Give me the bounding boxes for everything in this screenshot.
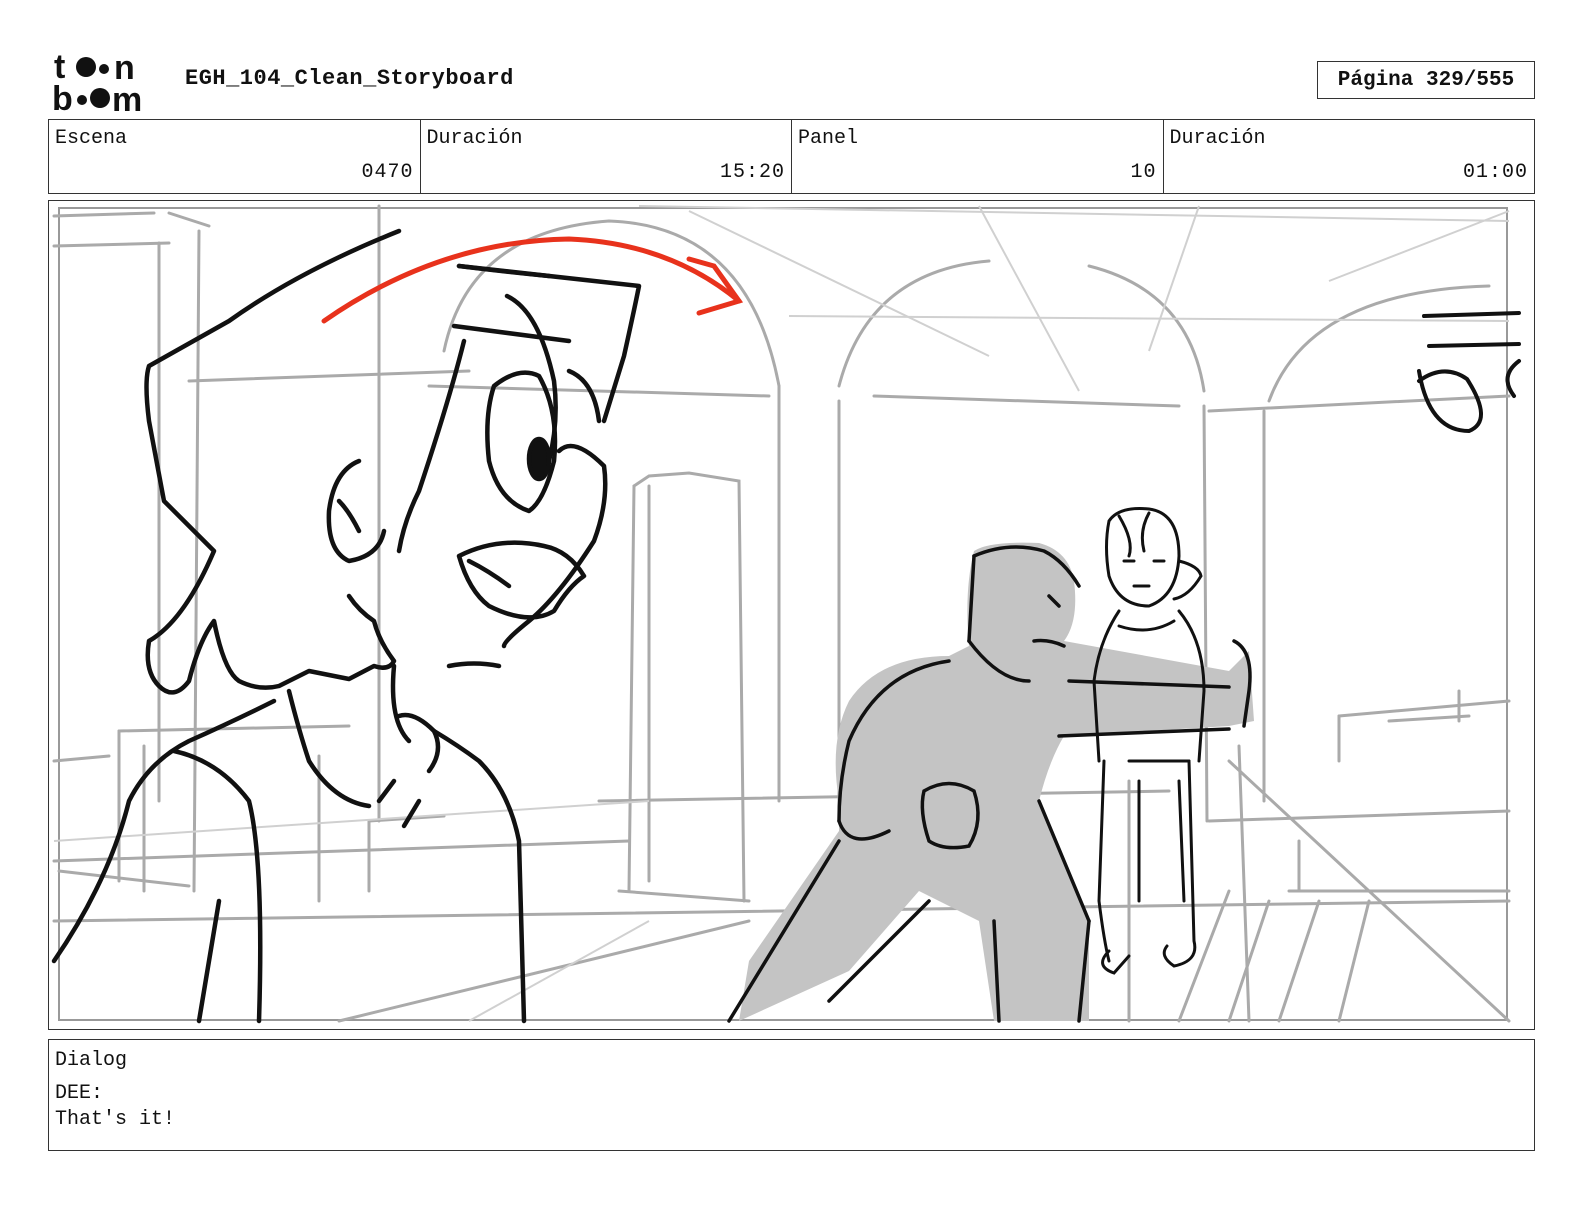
scene-info-table: Escena 0470 Duración 15:20 Panel 10 Dura… — [48, 119, 1535, 194]
panel-label: Panel — [798, 127, 859, 150]
scene-label: Escena — [55, 127, 128, 150]
storyboard-panel — [48, 200, 1535, 1030]
scene-cell: Escena 0470 — [49, 120, 421, 193]
scene-duration-label: Duración — [426, 127, 523, 150]
svg-text:m: m — [112, 81, 142, 114]
dialog-line: That's it! — [55, 1108, 176, 1131]
action-arrow — [321, 236, 742, 324]
panel-duration-label: Duración — [1169, 127, 1266, 150]
dialog-speaker: DEE: — [55, 1082, 104, 1105]
panel-duration-cell: Duración 01:00 — [1164, 120, 1535, 193]
panel-cell: Panel 10 — [792, 120, 1164, 193]
scene-duration-cell: Duración 15:20 — [421, 120, 792, 193]
page-number: 329/555 — [1426, 68, 1515, 92]
page-label: Página — [1337, 68, 1414, 92]
panel-value: 10 — [1130, 161, 1157, 184]
document-title: EGH_104_Clean_Storyboard — [185, 66, 514, 91]
svg-text:b: b — [52, 80, 73, 114]
page-indicator: Página 329/555 — [1317, 61, 1535, 99]
scene-value: 0470 — [361, 161, 414, 184]
dialog-box: Dialog DEE: That's it! — [48, 1039, 1535, 1151]
toonboom-logo: t n b m — [50, 48, 166, 119]
panel-duration-value: 01:00 — [1462, 161, 1528, 184]
scene-duration-value: 15:20 — [719, 161, 785, 184]
storyboard-sketch-image — [51, 204, 1521, 1024]
dialog-label: Dialog — [55, 1049, 128, 1072]
